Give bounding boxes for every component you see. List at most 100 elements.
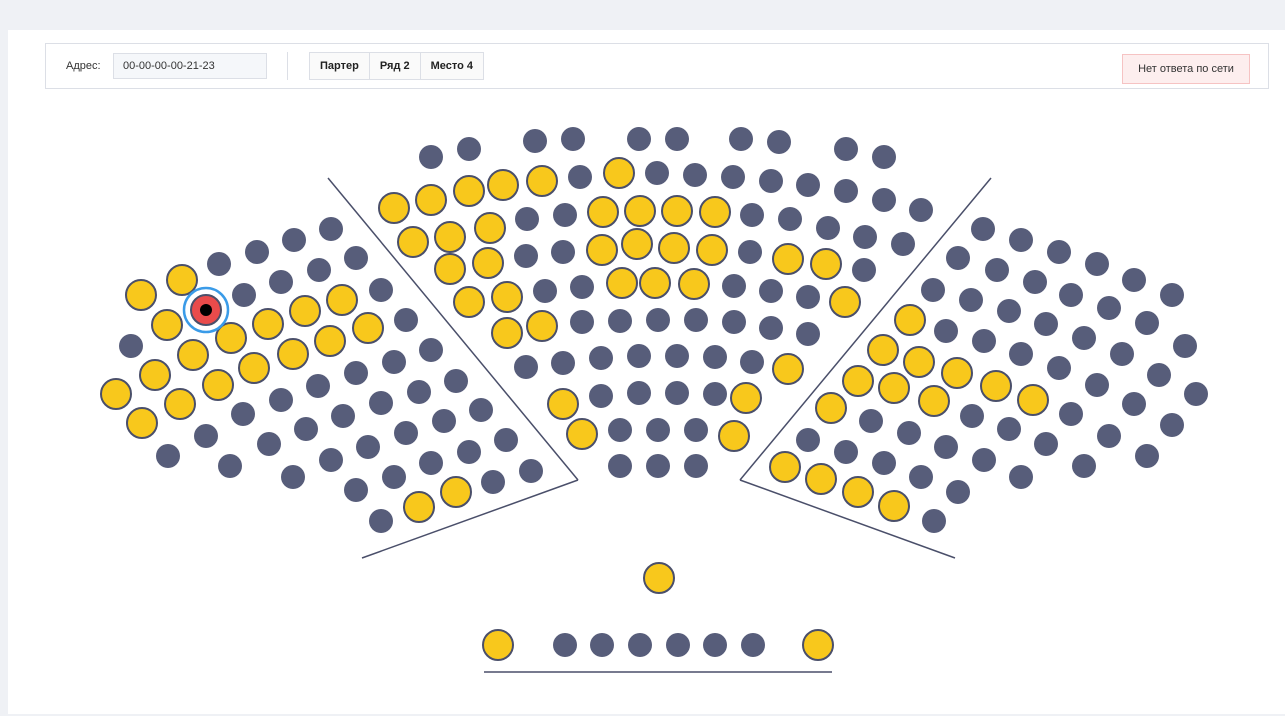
seat-free[interactable] xyxy=(740,203,764,227)
seat-occupied[interactable] xyxy=(718,420,750,452)
seat-free[interactable] xyxy=(382,465,406,489)
seat-occupied[interactable] xyxy=(867,334,899,366)
seat-free[interactable] xyxy=(533,279,557,303)
seat-free[interactable] xyxy=(382,350,406,374)
seat-free[interactable] xyxy=(740,350,764,374)
seat-occupied[interactable] xyxy=(547,388,579,420)
seat-occupied[interactable] xyxy=(491,317,523,349)
seat-occupied[interactable] xyxy=(624,195,656,227)
seat-free[interactable] xyxy=(1097,424,1121,448)
seat-free[interactable] xyxy=(269,388,293,412)
seat-free[interactable] xyxy=(834,137,858,161)
seat-free[interactable] xyxy=(232,283,256,307)
seat-free[interactable] xyxy=(859,409,883,433)
seat-free[interactable] xyxy=(738,240,762,264)
seat-free[interactable] xyxy=(627,127,651,151)
seat-occupied[interactable] xyxy=(658,232,690,264)
seat-free[interactable] xyxy=(570,275,594,299)
seat-occupied[interactable] xyxy=(487,169,519,201)
seat-free[interactable] xyxy=(1059,283,1083,307)
seat-free[interactable] xyxy=(306,374,330,398)
seat-free[interactable] xyxy=(1059,402,1083,426)
seat-free[interactable] xyxy=(551,240,575,264)
seat-free[interactable] xyxy=(419,338,443,362)
seat-occupied[interactable] xyxy=(730,382,762,414)
seat-free[interactable] xyxy=(119,334,143,358)
seat-free[interactable] xyxy=(194,424,218,448)
seat-free[interactable] xyxy=(796,428,820,452)
seat-occupied[interactable] xyxy=(566,418,598,450)
seat-free[interactable] xyxy=(407,380,431,404)
seat-occupied[interactable] xyxy=(177,339,209,371)
seat-free[interactable] xyxy=(997,299,1021,323)
seat-free[interactable] xyxy=(946,480,970,504)
seat-free[interactable] xyxy=(816,216,840,240)
seat-free[interactable] xyxy=(568,165,592,189)
seat-occupied[interactable] xyxy=(878,490,910,522)
seat-free[interactable] xyxy=(922,509,946,533)
seat-free[interactable] xyxy=(909,198,933,222)
seat-free[interactable] xyxy=(515,207,539,231)
seat-occupied[interactable] xyxy=(166,264,198,296)
seat-free[interactable] xyxy=(281,465,305,489)
seat-free[interactable] xyxy=(1147,363,1171,387)
seat-occupied[interactable] xyxy=(125,279,157,311)
seat-free[interactable] xyxy=(934,319,958,343)
seat-occupied[interactable] xyxy=(903,346,935,378)
seat-free[interactable] xyxy=(523,129,547,153)
seat-free[interactable] xyxy=(872,145,896,169)
seat-free[interactable] xyxy=(1122,268,1146,292)
seat-free[interactable] xyxy=(934,435,958,459)
seat-free[interactable] xyxy=(646,418,670,442)
seat-occupied[interactable] xyxy=(277,338,309,370)
seat-free[interactable] xyxy=(1072,326,1096,350)
seat-free[interactable] xyxy=(1009,228,1033,252)
seat-free[interactable] xyxy=(1085,252,1109,276)
seat-free[interactable] xyxy=(853,225,877,249)
seat-free[interactable] xyxy=(1160,283,1184,307)
seat-occupied[interactable] xyxy=(918,385,950,417)
seat-free[interactable] xyxy=(909,465,933,489)
seat-free[interactable] xyxy=(646,308,670,332)
seat-occupied[interactable] xyxy=(603,157,635,189)
seat-free[interactable] xyxy=(589,384,613,408)
seat-occupied[interactable] xyxy=(842,365,874,397)
seat-occupied[interactable] xyxy=(587,196,619,228)
seat-free[interactable] xyxy=(570,310,594,334)
seat-occupied[interactable] xyxy=(772,353,804,385)
seat-free[interactable] xyxy=(1047,240,1071,264)
seat-occupied[interactable] xyxy=(202,369,234,401)
seat-occupied[interactable] xyxy=(941,357,973,389)
seat-free[interactable] xyxy=(553,633,577,657)
seat-free[interactable] xyxy=(245,240,269,264)
seat-occupied[interactable] xyxy=(100,378,132,410)
seat-free[interactable] xyxy=(218,454,242,478)
seat-occupied[interactable] xyxy=(378,192,410,224)
seat-occupied[interactable] xyxy=(482,629,514,661)
seat-free[interactable] xyxy=(589,346,613,370)
seat-occupied[interactable] xyxy=(403,491,435,523)
seat-free[interactable] xyxy=(1122,392,1146,416)
seat-occupied[interactable] xyxy=(434,253,466,285)
seat-free[interactable] xyxy=(156,444,180,468)
seat-free[interactable] xyxy=(1034,432,1058,456)
seat-free[interactable] xyxy=(796,285,820,309)
seat-occupied[interactable] xyxy=(238,352,270,384)
seat-free[interactable] xyxy=(972,448,996,472)
seat-free[interactable] xyxy=(852,258,876,282)
seat-free[interactable] xyxy=(665,381,689,405)
seat-free[interactable] xyxy=(561,127,585,151)
seat-free[interactable] xyxy=(344,478,368,502)
seat-occupied[interactable] xyxy=(453,286,485,318)
seat-free[interactable] xyxy=(1184,382,1208,406)
seat-free[interactable] xyxy=(1009,342,1033,366)
seat-free[interactable] xyxy=(257,432,281,456)
seat-occupied[interactable] xyxy=(829,286,861,318)
seat-occupied[interactable] xyxy=(1017,384,1049,416)
seat-free[interactable] xyxy=(972,329,996,353)
seat-free[interactable] xyxy=(494,428,518,452)
seat-free[interactable] xyxy=(683,163,707,187)
seat-free[interactable] xyxy=(1009,465,1033,489)
seat-free[interactable] xyxy=(344,361,368,385)
seat-free[interactable] xyxy=(722,274,746,298)
